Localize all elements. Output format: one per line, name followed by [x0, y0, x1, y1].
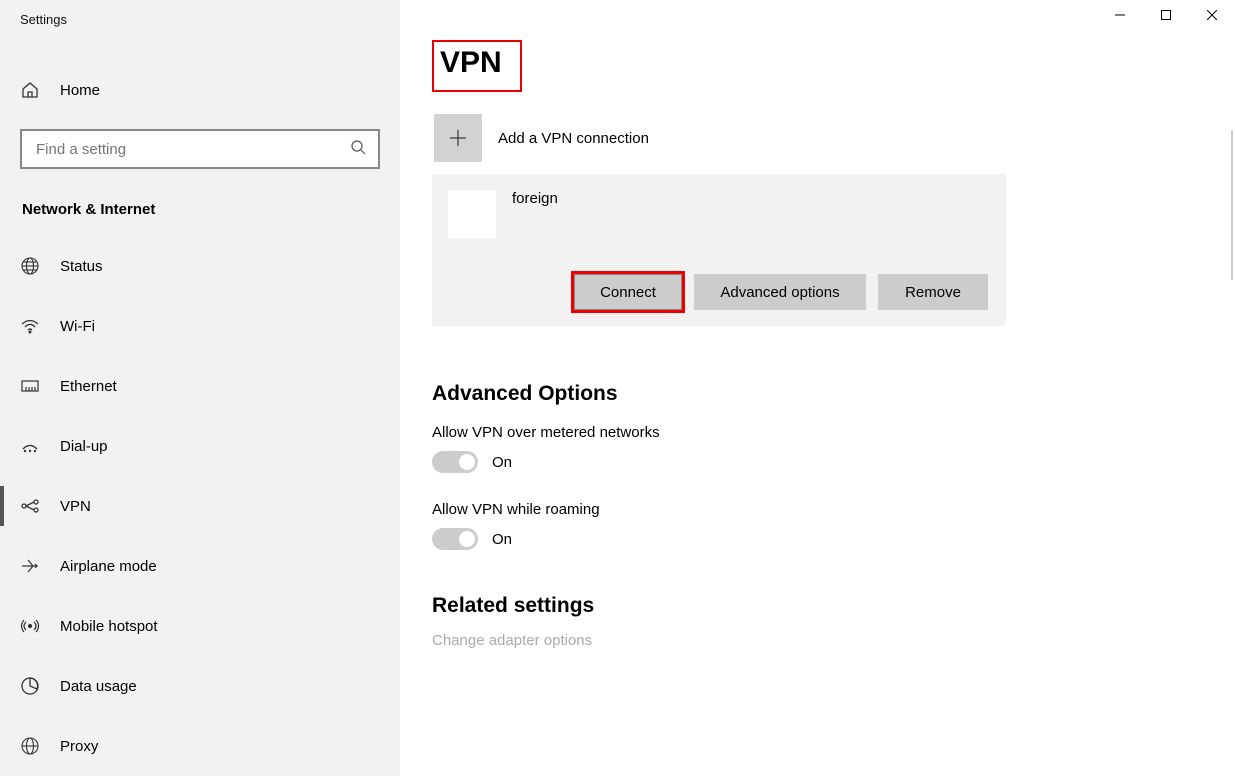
- change-adapter-options-link[interactable]: Change adapter options: [432, 632, 1235, 649]
- sidebar-item-label: Mobile hotspot: [60, 618, 158, 635]
- toggle-metered[interactable]: [432, 451, 478, 473]
- sidebar-item-dialup[interactable]: Dial-up: [0, 416, 400, 476]
- sidebar-nav: Status Wi-Fi Ethernet Dial-up: [0, 236, 400, 776]
- sidebar-item-label: Proxy: [60, 738, 98, 755]
- sidebar-item-label: VPN: [60, 498, 91, 515]
- sidebar-item-label: Ethernet: [60, 378, 117, 395]
- sidebar-item-airplane[interactable]: Airplane mode: [0, 536, 400, 596]
- option-roaming-label: Allow VPN while roaming: [432, 501, 1235, 518]
- sidebar-item-datausage[interactable]: Data usage: [0, 656, 400, 716]
- remove-button[interactable]: Remove: [878, 274, 988, 310]
- sidebar-category: Network & Internet: [0, 189, 400, 236]
- related-settings-heading: Related settings: [432, 594, 1235, 618]
- wifi-icon: [20, 316, 40, 336]
- airplane-icon: [20, 556, 40, 576]
- dialup-icon: [20, 436, 40, 456]
- add-vpn-label: Add a VPN connection: [498, 130, 649, 147]
- search-box[interactable]: [20, 129, 380, 169]
- hotspot-icon: [20, 616, 40, 636]
- nav-home-label: Home: [60, 82, 100, 99]
- sidebar-item-label: Dial-up: [60, 438, 108, 455]
- scrollbar[interactable]: [1231, 130, 1233, 280]
- option-metered-label: Allow VPN over metered networks: [432, 424, 1235, 441]
- vpn-connection-name: foreign: [512, 190, 558, 207]
- sidebar-item-label: Data usage: [60, 678, 137, 695]
- sidebar-item-label: Wi-Fi: [60, 318, 95, 335]
- sidebar-item-ethernet[interactable]: Ethernet: [0, 356, 400, 416]
- sidebar-item-vpn[interactable]: VPN: [0, 476, 400, 536]
- sidebar-item-status[interactable]: Status: [0, 236, 400, 296]
- search-input[interactable]: [34, 140, 350, 159]
- nav-home[interactable]: Home: [0, 69, 400, 111]
- sidebar-item-wifi[interactable]: Wi-Fi: [0, 296, 400, 356]
- sidebar-item-proxy[interactable]: Proxy: [0, 716, 400, 776]
- page-title: VPN: [432, 40, 522, 92]
- plus-icon: [434, 114, 482, 162]
- toggle-metered-state: On: [492, 454, 512, 471]
- sidebar-item-hotspot[interactable]: Mobile hotspot: [0, 596, 400, 656]
- ethernet-icon: [20, 376, 40, 396]
- vpn-icon: [20, 496, 40, 516]
- window-title: Settings: [0, 0, 400, 39]
- toggle-roaming-state: On: [492, 531, 512, 548]
- connect-button[interactable]: Connect: [574, 274, 682, 310]
- close-button[interactable]: [1189, 0, 1235, 30]
- minimize-button[interactable]: [1097, 0, 1143, 30]
- proxy-icon: [20, 736, 40, 756]
- search-icon: [350, 139, 366, 160]
- window-controls: [1097, 0, 1235, 30]
- home-icon: [20, 80, 40, 100]
- sidebar-item-label: Airplane mode: [60, 558, 157, 575]
- data-usage-icon: [20, 676, 40, 696]
- globe-icon: [20, 256, 40, 276]
- toggle-roaming[interactable]: [432, 528, 478, 550]
- advanced-options-heading: Advanced Options: [432, 382, 1235, 406]
- vpn-connection-item[interactable]: foreign Connect Advanced options Remove: [432, 174, 1006, 326]
- sidebar-item-label: Status: [60, 258, 103, 275]
- maximize-button[interactable]: [1143, 0, 1189, 30]
- add-vpn-connection[interactable]: Add a VPN connection: [432, 114, 1235, 162]
- settings-sidebar: Settings Home Network & Internet Status: [0, 0, 400, 776]
- advanced-options-button[interactable]: Advanced options: [694, 274, 866, 310]
- vpn-connection-icon: [448, 190, 496, 238]
- main-content: VPN Add a VPN connection foreign Connect…: [400, 0, 1235, 776]
